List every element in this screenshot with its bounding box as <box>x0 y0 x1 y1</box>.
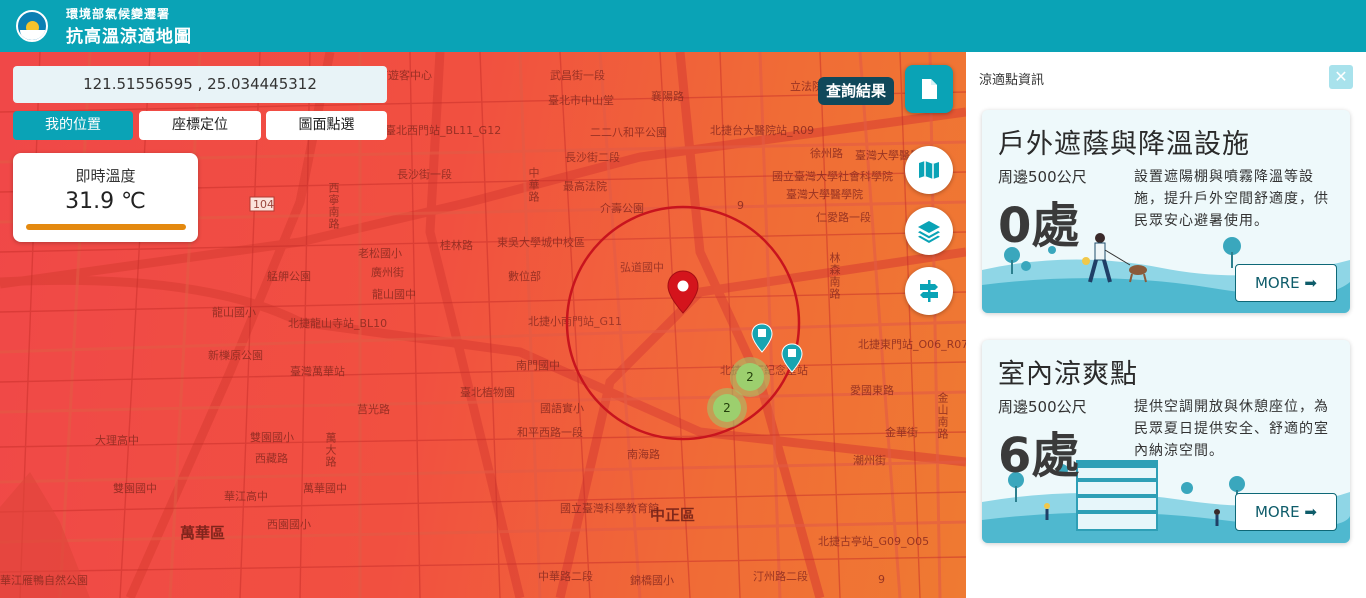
card-radius: 周邊500公尺 <box>998 168 1087 186</box>
cluster-count: 2 <box>713 394 741 422</box>
more-button[interactable]: MORE ➡ <box>1235 493 1337 531</box>
card-title: 戶外遮蔭與降溫設施 <box>998 129 1250 160</box>
guide-button[interactable] <box>905 267 953 315</box>
agency-logo <box>16 10 48 42</box>
more-label: MORE <box>1254 503 1300 521</box>
coordinate-input[interactable]: 121.51556595 , 25.034445312 <box>13 66 387 103</box>
header-bar: 環境部氣候變遷署 抗高溫涼適地圖 <box>0 0 1366 52</box>
temperature-bar <box>26 224 186 230</box>
card-count: 0處 <box>998 198 1080 254</box>
arrow-right-icon: ➡ <box>1304 503 1317 521</box>
card-description: 提供空調開放與休憩座位，為民眾夏日提供安全、舒適的室內納涼空間。 <box>1134 399 1329 459</box>
my-location-button[interactable]: 我的位置 <box>13 111 133 140</box>
cluster-count: 2 <box>736 363 764 391</box>
card-count: 6處 <box>998 428 1080 484</box>
org-name: 環境部氣候變遷署 <box>66 7 171 21</box>
signpost-icon <box>920 280 938 302</box>
map-icon <box>919 161 939 179</box>
location-pin-icon[interactable] <box>667 270 699 314</box>
coordinate-locate-button[interactable]: 座標定位 <box>139 111 261 140</box>
layers-icon <box>918 221 940 243</box>
cool-spot-marker-icon[interactable] <box>751 323 773 353</box>
query-result-button[interactable] <box>905 65 953 113</box>
card-description: 設置遮陽棚與噴霧降溫等設施，提升戶外空間舒適度，供民眾安心避暑使用。 <box>1134 169 1329 229</box>
indoor-cool-spot-card: 室內涼爽點 周邊500公尺 6處 提供空調開放與休憩座位，為民眾夏日提供安全、舒… <box>982 340 1350 543</box>
info-panel: 涼適點資訊 ✕ 戶外遮蔭與降溫設施 周邊500公尺 0處 設置遮陽棚與噴霧降溫等… <box>966 52 1366 598</box>
temperature-value: 31.9 ℃ <box>65 189 146 214</box>
layers-button[interactable] <box>905 207 953 255</box>
card-title: 室內涼爽點 <box>998 359 1138 390</box>
marker-cluster[interactable]: 2 <box>707 388 747 428</box>
more-label: MORE <box>1254 274 1300 292</box>
close-icon: ✕ <box>1334 67 1348 86</box>
more-button[interactable]: MORE ➡ <box>1235 264 1337 302</box>
card-radius: 周邊500公尺 <box>998 398 1087 416</box>
panel-title: 涼適點資訊 <box>979 73 1045 88</box>
basemap-button[interactable] <box>905 146 953 194</box>
heat-map[interactable]: 西門町遊客中心 武昌街一段 臺北市中山堂 襄陽路 立法院 臺北西門站_BL11_… <box>0 52 966 598</box>
cool-spot-marker-icon[interactable] <box>781 343 803 373</box>
arrow-right-icon: ➡ <box>1304 274 1317 292</box>
app-title: 抗高溫涼適地圖 <box>66 27 192 47</box>
temperature-card: 即時溫度 31.9 ℃ <box>13 153 198 242</box>
outdoor-facility-card: 戶外遮蔭與降溫設施 周邊500公尺 0處 設置遮陽棚與噴霧降溫等設施，提升戶外空… <box>982 110 1350 313</box>
temperature-label: 即時溫度 <box>75 167 136 185</box>
document-icon <box>922 79 937 99</box>
close-panel-button[interactable]: ✕ <box>1329 65 1353 89</box>
map-pick-button[interactable]: 圖面點選 <box>266 111 387 140</box>
query-result-tooltip: 查詢結果 <box>818 77 895 105</box>
